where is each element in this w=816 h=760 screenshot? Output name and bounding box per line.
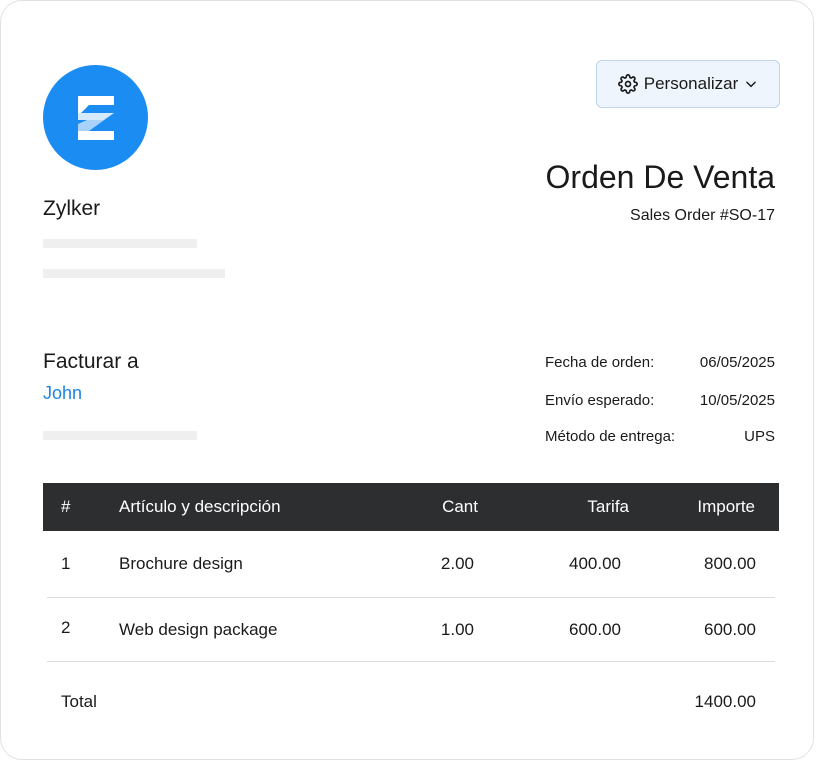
gear-icon	[617, 74, 638, 94]
header-rate: Tarifa	[587, 497, 629, 516]
items-table: # Artículo y descripción Cant Tarifa Imp…	[43, 483, 779, 742]
total-row: Total 1400.00	[43, 662, 779, 742]
row-amount: 600.00	[704, 620, 756, 639]
delivery-method-value: UPS	[744, 428, 775, 445]
header-amount: Importe	[697, 497, 755, 516]
row-amount: 800.00	[704, 554, 756, 573]
header-item: Artículo y descripción	[119, 497, 281, 516]
address-placeholder-line	[43, 239, 197, 248]
row-quantity: 1.00	[440, 620, 474, 639]
row-quantity: 2.00	[440, 554, 474, 573]
header-quantity: Cant	[442, 497, 478, 516]
total-label: Total	[61, 692, 97, 711]
billing-placeholder-line	[43, 431, 197, 440]
company-name: Zylker	[43, 197, 101, 220]
chevron-down-icon	[744, 77, 758, 91]
row-rate: 400.00	[569, 554, 621, 573]
total-value: 1400.00	[694, 692, 756, 711]
bill-to-label: Facturar a	[43, 350, 139, 373]
row-number: 1	[61, 554, 71, 573]
address-placeholder-line	[43, 269, 225, 278]
row-item: Web design package	[119, 620, 278, 639]
document-number: Sales Order #SO-17	[630, 207, 775, 224]
customize-label: Personalizar	[643, 74, 739, 93]
row-rate: 600.00	[569, 620, 621, 639]
bill-to-customer-link[interactable]: John	[43, 383, 82, 404]
company-logo	[43, 65, 148, 170]
table-row: 1 Brochure design 2.00 400.00 800.00	[43, 531, 779, 597]
z-logo-icon	[77, 95, 114, 140]
table-row: 2 Web design package 1.00 600.00 600.00	[43, 598, 779, 661]
order-date-label: Fecha de orden:	[545, 354, 655, 371]
expected-shipment-value: 10/05/2025	[699, 392, 775, 409]
row-number: 2	[61, 618, 71, 637]
delivery-method-label: Método de entrega:	[545, 428, 676, 445]
customize-button[interactable]: Personalizar	[596, 60, 780, 108]
expected-shipment-label: Envío esperado:	[545, 392, 655, 409]
row-item: Brochure design	[119, 554, 243, 573]
sales-order-card: Personalizar Zylker Orden De Venta Sales…	[0, 0, 814, 760]
table-header: # Artículo y descripción Cant Tarifa Imp…	[43, 483, 779, 531]
order-date-value: 06/05/2025	[699, 354, 775, 371]
header-number: #	[61, 497, 71, 516]
document-title: Orden De Venta	[545, 159, 775, 195]
